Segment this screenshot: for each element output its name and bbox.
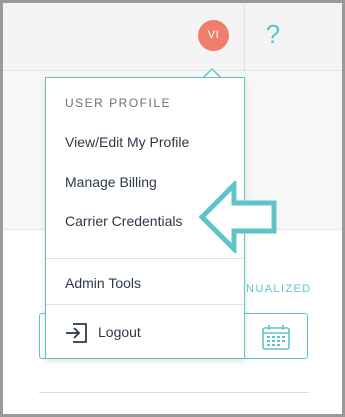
user-avatar-button[interactable]: VI [198,20,229,51]
menu-item-logout[interactable]: Logout [98,324,141,340]
arrow-left-icon [198,181,277,253]
dropdown-section-title: USER PROFILE [65,96,172,110]
annualized-label: NUALIZED [246,283,312,295]
bottom-divider [39,392,309,393]
menu-item-view-edit-profile[interactable]: View/Edit My Profile [65,134,189,150]
menu-item-manage-billing[interactable]: Manage Billing [65,174,157,190]
header-divider [244,3,245,70]
screenshot-frame: VI ? NUALIZED USER PROFILE View/Edit My … [0,0,345,417]
top-bar: VI ? [3,3,342,71]
help-icon[interactable]: ? [259,17,287,51]
logout-icon[interactable] [64,320,90,346]
menu-item-carrier-credentials[interactable]: Carrier Credentials [65,213,182,229]
menu-divider [46,258,244,259]
menu-divider [46,304,244,305]
calendar-icon [262,325,290,350]
menu-item-admin-tools[interactable]: Admin Tools [65,275,141,291]
